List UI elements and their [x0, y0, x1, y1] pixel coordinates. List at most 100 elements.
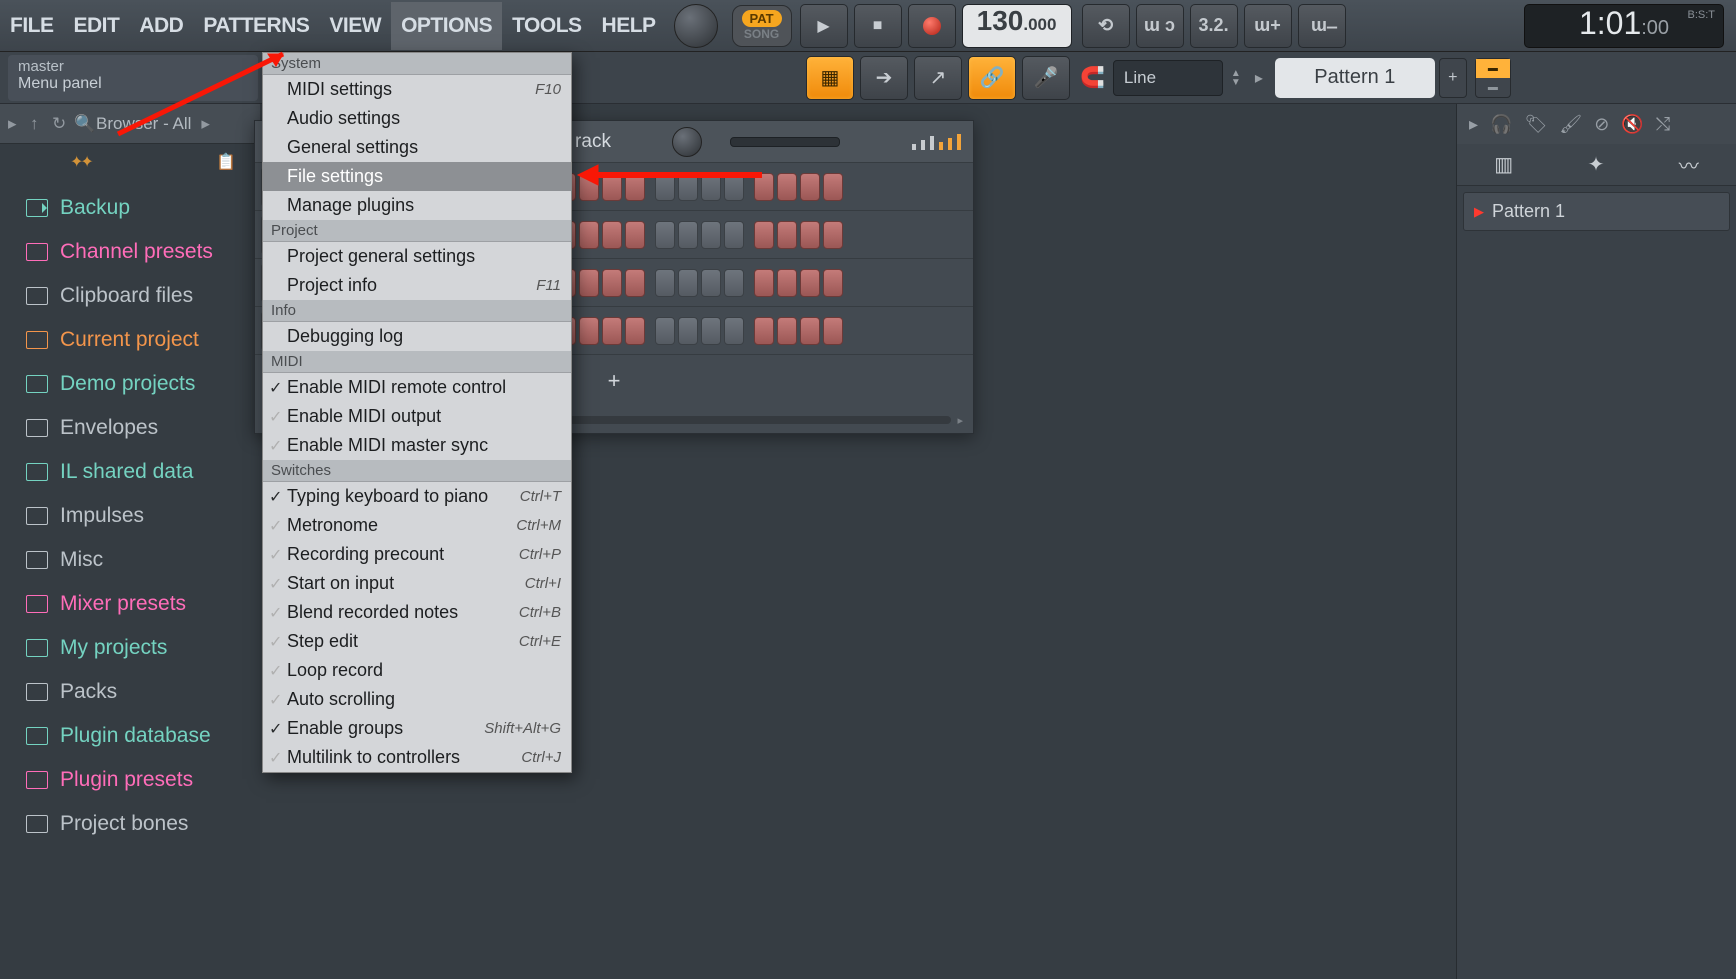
menu-item-general-settings[interactable]: General settings — [263, 133, 571, 162]
play-tiny-icon[interactable]: ▸ — [1469, 114, 1478, 135]
step[interactable] — [602, 269, 622, 297]
browser-item-project-bones[interactable]: Project bones — [0, 802, 260, 846]
browser-item-demo-projects[interactable]: Demo projects — [0, 362, 260, 406]
menu-item-multilink-to-controllers[interactable]: Multilink to controllersCtrl+J — [263, 743, 571, 772]
menu-item-project-info[interactable]: Project infoF11 — [263, 271, 571, 300]
clipboard-icon[interactable]: 📋 — [216, 152, 236, 172]
search-icon[interactable]: 🔍 — [74, 114, 90, 134]
link-mode-button[interactable]: 🔗 — [968, 56, 1016, 100]
step[interactable] — [579, 269, 599, 297]
menu-item-start-on-input[interactable]: Start on inputCtrl+I — [263, 569, 571, 598]
step[interactable] — [602, 173, 622, 201]
menu-item-recording-precount[interactable]: Recording precountCtrl+P — [263, 540, 571, 569]
menu-item-auto-scrolling[interactable]: Auto scrolling — [263, 685, 571, 714]
play-button[interactable]: ▶ — [800, 4, 848, 48]
tool-btn-1[interactable]: ɯ ɔ — [1136, 4, 1184, 48]
tempo-display[interactable]: 130 .000 — [962, 4, 1072, 48]
step[interactable] — [655, 269, 675, 297]
step[interactable] — [823, 221, 843, 249]
record-button[interactable] — [908, 4, 956, 48]
tag-icon[interactable]: 🏷 — [1524, 114, 1547, 135]
menu-file[interactable]: FILE — [0, 2, 64, 50]
step[interactable] — [800, 221, 820, 249]
tool-btn-2[interactable]: 3.2. — [1190, 4, 1238, 48]
step[interactable] — [678, 221, 698, 249]
options-dropdown-menu[interactable]: SystemMIDI settingsF10Audio settingsGene… — [262, 52, 572, 773]
menu-item-enable-midi-remote-control[interactable]: Enable MIDI remote control — [263, 373, 571, 402]
menu-item-file-settings[interactable]: File settings — [263, 162, 571, 191]
step[interactable] — [724, 317, 744, 345]
no-icon[interactable]: ⊘ — [1594, 114, 1609, 135]
menu-item-midi-settings[interactable]: MIDI settingsF10 — [263, 75, 571, 104]
step[interactable] — [777, 317, 797, 345]
menu-item-enable-groups[interactable]: Enable groupsShift+Alt+G — [263, 714, 571, 743]
step[interactable] — [823, 173, 843, 201]
stop-button[interactable]: ■ — [854, 4, 902, 48]
meter-icon[interactable] — [912, 134, 961, 150]
caret-right-icon[interactable]: ▸ — [201, 114, 217, 134]
menu-help[interactable]: HELP — [592, 2, 666, 50]
browser-item-clipboard-files[interactable]: Clipboard files — [0, 274, 260, 318]
browser-item-plugin-presets[interactable]: Plugin presets — [0, 758, 260, 802]
up-arrow-icon[interactable]: ↑ — [30, 114, 46, 134]
step[interactable] — [678, 317, 698, 345]
step[interactable] — [625, 317, 645, 345]
playlist-toggle[interactable]: ▬▬ — [1475, 58, 1511, 98]
step[interactable] — [602, 317, 622, 345]
tab-automation[interactable]: 〰 — [1679, 150, 1699, 179]
menu-tools[interactable]: TOOLS — [502, 2, 591, 50]
browser-item-il-shared-data[interactable]: IL shared data — [0, 450, 260, 494]
step[interactable] — [602, 221, 622, 249]
step[interactable] — [800, 317, 820, 345]
step[interactable] — [777, 269, 797, 297]
menu-item-debugging-log[interactable]: Debugging log — [263, 322, 571, 351]
browser-item-my-projects[interactable]: My projects — [0, 626, 260, 670]
step[interactable] — [701, 173, 721, 201]
swing-knob[interactable] — [672, 127, 702, 157]
step[interactable] — [701, 269, 721, 297]
step[interactable] — [800, 269, 820, 297]
mic-mode-button[interactable]: 🎤 — [1022, 56, 1070, 100]
browser-item-impulses[interactable]: Impulses — [0, 494, 260, 538]
snap-stepper[interactable]: ▲▼ — [1231, 69, 1241, 87]
step[interactable] — [754, 221, 774, 249]
tool-btn-0[interactable]: ⟲ — [1082, 4, 1130, 48]
refresh-icon[interactable]: ↻ — [52, 114, 68, 134]
step[interactable] — [724, 269, 744, 297]
step[interactable] — [823, 269, 843, 297]
menu-options[interactable]: OPTIONS — [391, 2, 502, 50]
tab-piano[interactable]: ▥ — [1494, 152, 1513, 177]
menu-item-loop-record[interactable]: Loop record — [263, 656, 571, 685]
browser-item-misc[interactable]: Misc — [0, 538, 260, 582]
step[interactable] — [777, 173, 797, 201]
step[interactable] — [777, 221, 797, 249]
menu-item-metronome[interactable]: MetronomeCtrl+M — [263, 511, 571, 540]
menu-item-enable-midi-output[interactable]: Enable MIDI output — [263, 402, 571, 431]
caret-right-icon[interactable]: ▸ — [8, 114, 24, 134]
menu-patterns[interactable]: PATTERNS — [193, 2, 319, 50]
step[interactable] — [701, 317, 721, 345]
brush-icon[interactable]: 🖌 — [1559, 114, 1582, 135]
slip-mode-button[interactable]: ↗ — [914, 56, 962, 100]
wave-icon[interactable]: ✦✦ — [70, 152, 91, 172]
menu-item-manage-plugins[interactable]: Manage plugins — [263, 191, 571, 220]
step[interactable] — [724, 173, 744, 201]
tool-btn-3[interactable]: ɯ+ — [1244, 4, 1292, 48]
mute-icon[interactable]: 🔇 — [1621, 114, 1643, 135]
tab-audio[interactable]: ✦ — [1588, 152, 1605, 177]
step[interactable] — [625, 269, 645, 297]
browser-item-channel-presets[interactable]: Channel presets — [0, 230, 260, 274]
playlist-view-button[interactable]: ▦ — [806, 56, 854, 100]
shuffle-icon[interactable]: ⤭ — [1656, 114, 1670, 135]
browser-tree[interactable]: BackupChannel presetsClipboard filesCurr… — [0, 180, 260, 979]
step[interactable] — [678, 173, 698, 201]
menu-item-enable-midi-master-sync[interactable]: Enable MIDI master sync — [263, 431, 571, 460]
browser-item-packs[interactable]: Packs — [0, 670, 260, 714]
snap-dropdown[interactable]: Line — [1113, 60, 1223, 96]
menu-item-audio-settings[interactable]: Audio settings — [263, 104, 571, 133]
menu-item-blend-recorded-notes[interactable]: Blend recorded notesCtrl+B — [263, 598, 571, 627]
browser-item-plugin-database[interactable]: Plugin database — [0, 714, 260, 758]
step[interactable] — [579, 317, 599, 345]
add-pattern-button[interactable]: + — [1439, 58, 1467, 98]
step[interactable] — [655, 221, 675, 249]
